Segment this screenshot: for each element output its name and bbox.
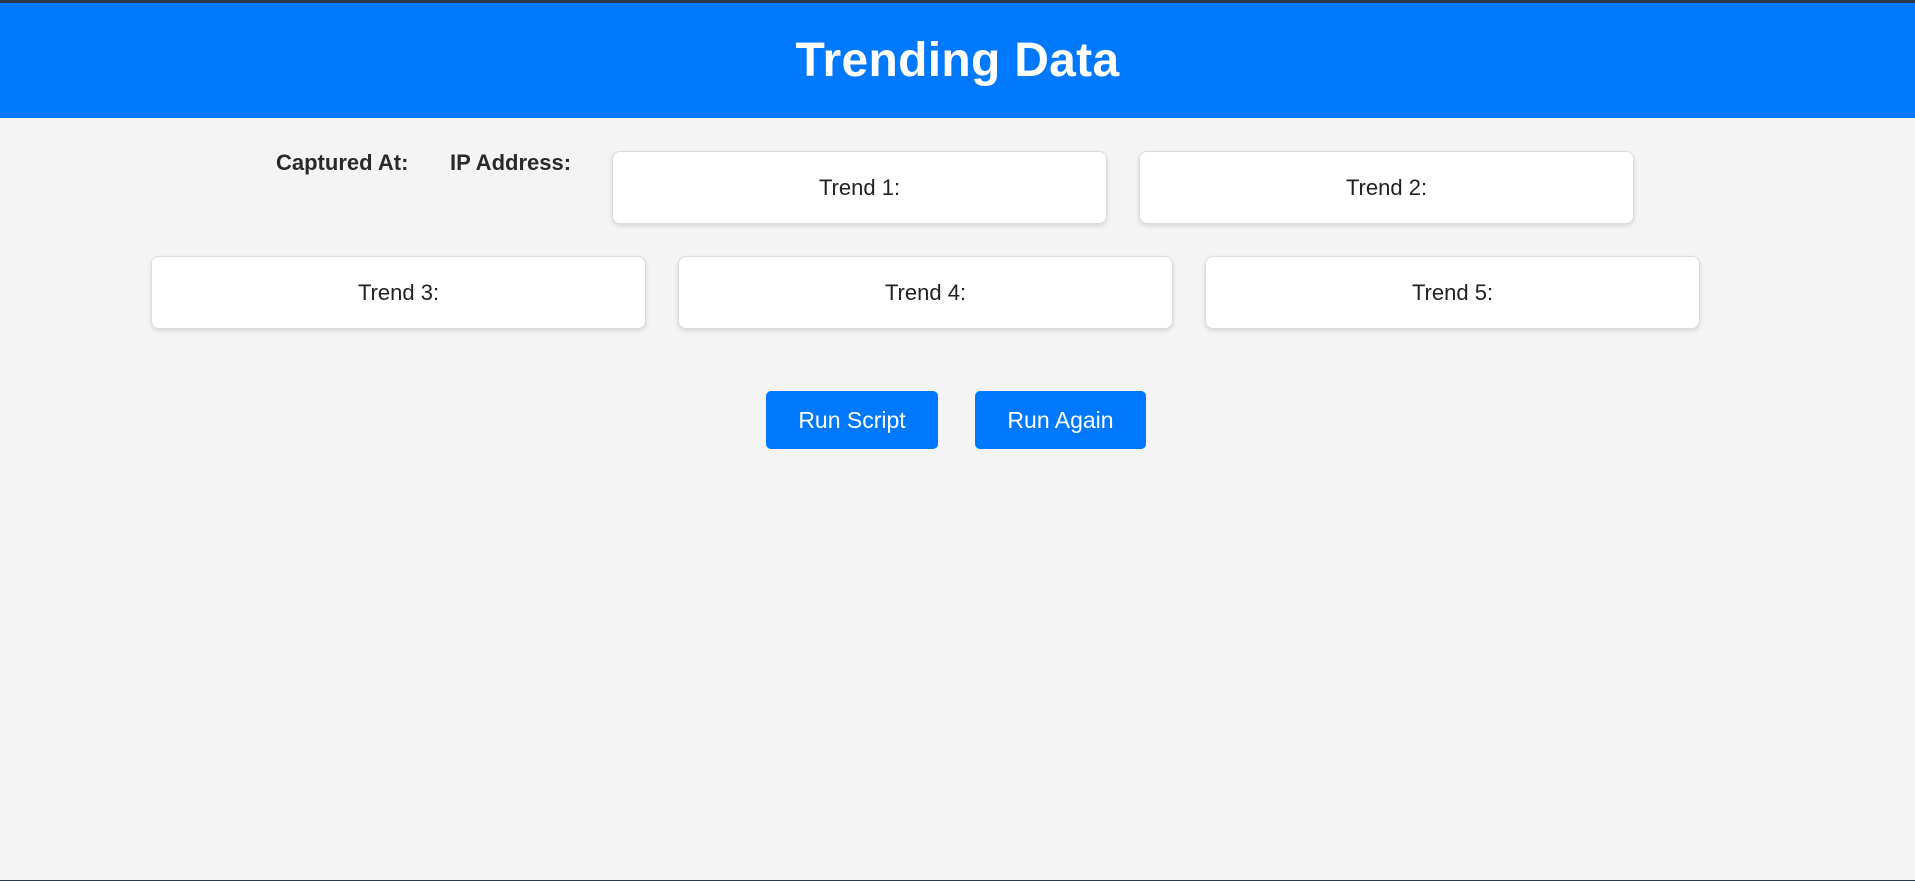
trend-card-3: Trend 3: — [151, 256, 646, 329]
trend-label-3: Trend 3: — [357, 279, 440, 305]
trend-card-5: Trend 5: — [1205, 256, 1700, 329]
trend-card-2: Trend 2: — [1139, 151, 1634, 224]
run-again-button[interactable]: Run Again — [975, 391, 1146, 449]
trend-label-1: Trend 1: — [818, 174, 901, 200]
ip-address-label: IP Address: — [450, 150, 572, 175]
page-header: Trending Data — [0, 3, 1915, 118]
captured-at-label: Captured At: — [276, 150, 409, 175]
trend-card-1: Trend 1: — [612, 151, 1107, 224]
trend-label-2: Trend 2: — [1345, 174, 1428, 200]
trend-label-4: Trend 4: — [884, 279, 967, 305]
run-script-button[interactable]: Run Script — [766, 391, 938, 449]
trend-label-5: Trend 5: — [1411, 279, 1494, 305]
page-title: Trending Data — [795, 34, 1120, 87]
trend-card-4: Trend 4: — [678, 256, 1173, 329]
